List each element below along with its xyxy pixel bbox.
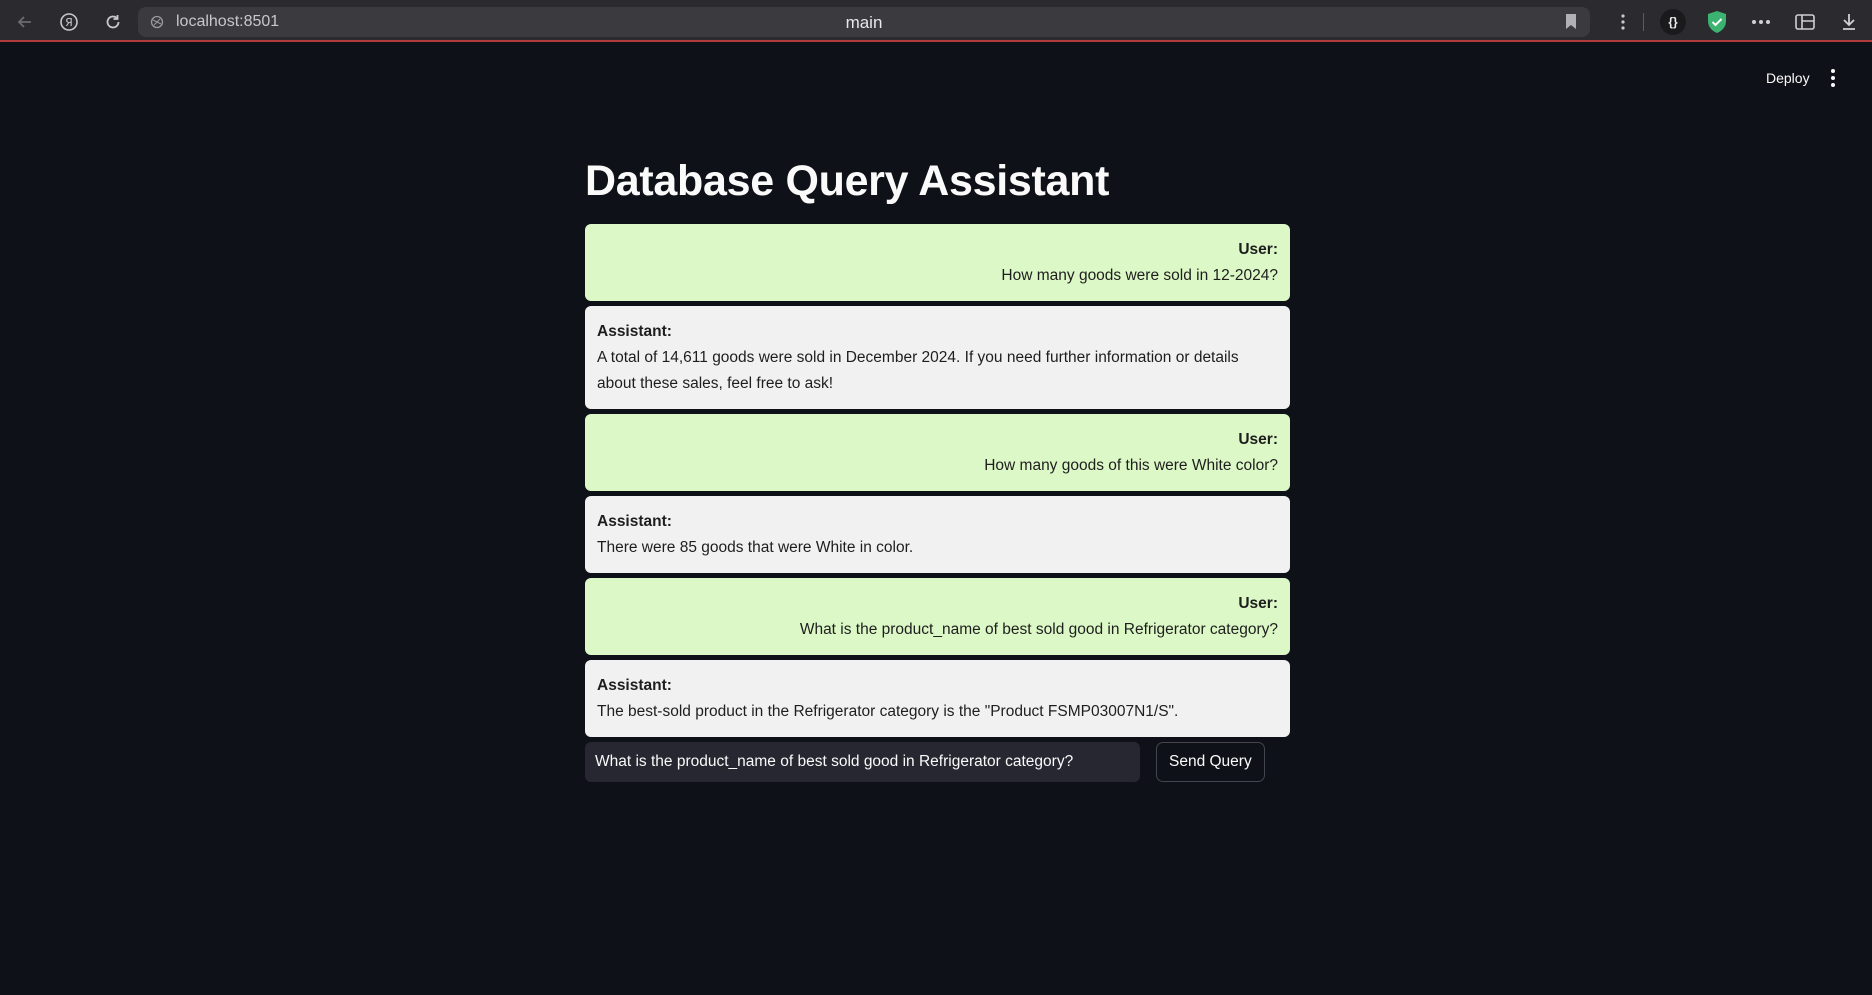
tab-title: main [845,13,883,32]
message-role-label: Assistant: [597,677,672,694]
page-title: Database Query Assistant [585,157,1110,205]
message-role-label: User: [1238,431,1278,448]
bookmark-icon[interactable] [1564,13,1580,31]
chat-history: User: How many goods were sold in 12-202… [585,224,1290,737]
svg-text:Я: Я [65,16,73,29]
message-text: The best-sold product in the Refrigerato… [597,703,1179,720]
deploy-button[interactable]: Deploy [1760,68,1816,88]
message-text: How many goods were sold in 12-2024? [1001,267,1278,284]
message-role-label: User: [1238,595,1278,612]
query-input[interactable] [585,742,1140,782]
back-icon[interactable] [12,9,38,35]
assistant-message: Assistant: A total of 14,611 goods were … [585,306,1290,409]
message-text: There were 85 goods that were White in c… [597,539,914,556]
user-message: User: What is the product_name of best s… [585,578,1290,655]
shield-check-icon[interactable] [1704,9,1730,35]
toolbar-separator [1643,13,1644,31]
message-text: A total of 14,611 goods were sold in Dec… [597,349,1239,392]
message-role-label: Assistant: [597,323,672,340]
address-bar[interactable]: localhost:8501 main [138,7,1590,37]
dots-icon[interactable] [1748,9,1774,35]
browser-toolbar: Я localhost:8501 main {} [0,0,1872,42]
query-form: Send Query [585,742,1290,782]
reload-icon[interactable] [100,9,126,35]
assistant-message: Assistant: There were 85 goods that were… [585,496,1290,573]
user-message: User: How many goods of this were White … [585,414,1290,491]
yandex-icon[interactable]: Я [56,9,82,35]
send-query-button[interactable]: Send Query [1156,742,1265,782]
main-container: Database Query Assistant User: How many … [585,150,1290,782]
message-role-label: Assistant: [597,513,672,530]
assistant-message: Assistant: The best-sold product in the … [585,660,1290,737]
more-vertical-icon[interactable] [1613,9,1633,35]
download-icon[interactable] [1836,9,1862,35]
main-menu-icon[interactable] [1825,68,1841,88]
user-message: User: How many goods were sold in 12-202… [585,224,1290,301]
message-text: How many goods of this were White color? [984,457,1278,474]
message-text: What is the product_name of best sold go… [799,621,1278,638]
library-icon[interactable] [1792,9,1818,35]
braces-extension-icon[interactable]: {} [1660,9,1686,35]
message-role-label: User: [1238,241,1278,258]
